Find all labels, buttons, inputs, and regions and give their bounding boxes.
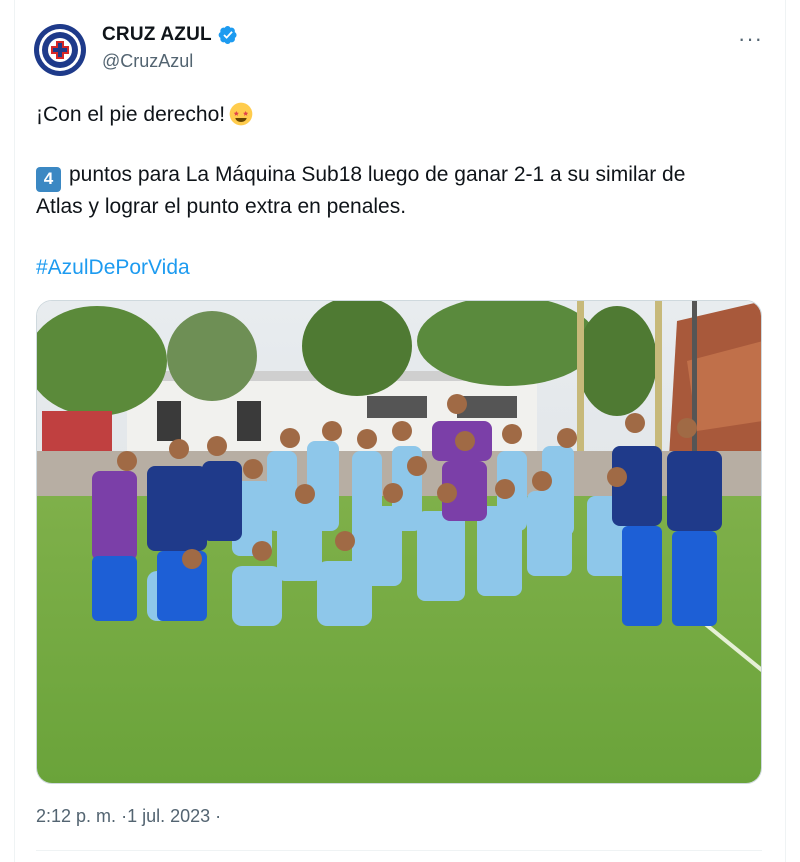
cruz-azul-crest-icon: [34, 24, 86, 76]
star-struck-emoji-icon: [229, 102, 253, 126]
hashtag-link[interactable]: #AzulDePorVida: [36, 253, 190, 283]
verified-badge-icon[interactable]: [218, 25, 238, 45]
tweet-date[interactable]: 1 jul. 2023: [127, 806, 210, 826]
author-name-row: CRUZ AZUL: [102, 24, 238, 46]
tweet-paragraph-text: puntos para La Máquina Sub18 luego de ga…: [36, 163, 686, 218]
divider: [36, 850, 762, 851]
tweet-text-paragraph: 4 puntos para La Máquina Sub18 luego de g…: [36, 160, 736, 222]
author-name[interactable]: CRUZ AZUL: [102, 24, 212, 46]
tweet-text-line1: ¡Con el pie derecho!: [36, 100, 253, 130]
tweet-time[interactable]: 2:12 p. m.: [36, 806, 116, 826]
more-options-button[interactable]: ···: [738, 26, 763, 52]
team-photo-icon: [37, 301, 761, 783]
avatar[interactable]: [34, 24, 86, 76]
tweet-photo[interactable]: [36, 300, 762, 784]
author-handle[interactable]: @CruzAzul: [102, 51, 193, 72]
keycap-digit-icon: 4: [36, 166, 61, 192]
meta-trailing-separator: ·: [215, 806, 222, 826]
tweet-line1-text: ¡Con el pie derecho!: [36, 103, 226, 126]
tweet-timestamp: 2:12 p. m. ·1 jul. 2023 ·: [36, 806, 221, 827]
